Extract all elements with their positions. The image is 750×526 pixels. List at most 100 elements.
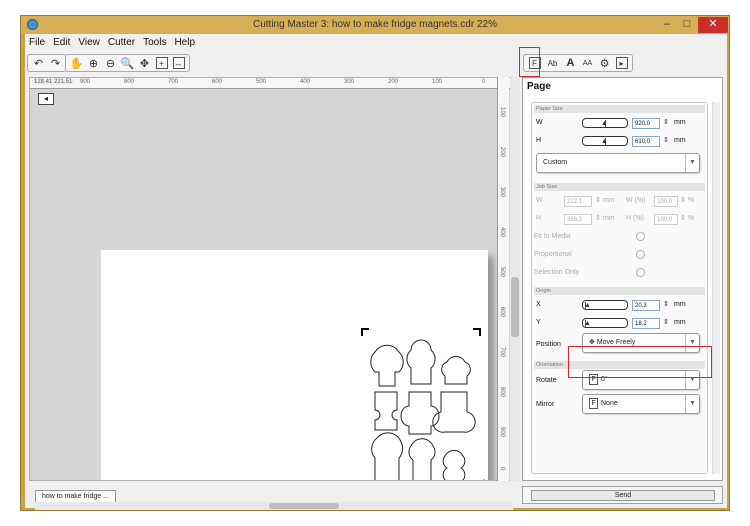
origin-x-spinner[interactable]: ⇕ [663, 300, 669, 310]
mirror-icon: F [589, 397, 598, 409]
ruler-tick: 700 [168, 79, 179, 85]
minimize-button[interactable]: – [658, 17, 676, 33]
canvas-horizontal-scrollbar[interactable] [35, 502, 513, 510]
ruler-tick: 700 [499, 347, 505, 358]
ruler-tick: 100 [432, 79, 443, 85]
close-button[interactable]: ✕ [698, 17, 728, 33]
mirror-label: Mirror [536, 401, 555, 408]
mirror-dropdown[interactable]: F None ▼ [582, 394, 700, 414]
ruler-tick: 500 [256, 79, 267, 85]
hand-pan-icon[interactable]: ✋ [69, 56, 84, 71]
proportional-toggle[interactable] [636, 250, 645, 259]
ruler-tick: 100 [499, 107, 505, 118]
paper-w-input[interactable]: 920,0 [632, 118, 660, 129]
zoom-out-icon[interactable]: ⊖ [103, 56, 118, 71]
design-canvas[interactable]: 128.41 221.51 900 800 700 600 500 400 30… [29, 77, 517, 481]
magnet-shape-6 [432, 391, 476, 433]
zoom-tool-icon[interactable]: 🔍 [120, 56, 135, 71]
paper-w-slider[interactable]: ▲ [582, 118, 628, 128]
menu-cutter[interactable]: Cutter [104, 36, 139, 50]
ruler-tick: 800 [124, 79, 135, 85]
job-w-pct-input: 100,0 [654, 196, 678, 207]
zoom-page-icon[interactable]: + [154, 56, 169, 71]
position-highlight [568, 346, 712, 378]
ruler-tick: 300 [344, 79, 355, 85]
job-h-pct-label: H (%) [626, 215, 644, 222]
zoom-in-icon[interactable]: ⊕ [86, 56, 101, 71]
paper-w-spinner[interactable]: ⇕ [663, 118, 669, 128]
job-h-input: 386,2 [564, 214, 592, 225]
menu-file[interactable]: File [25, 36, 49, 50]
job-w-label: W [536, 197, 543, 204]
paper-w-label: W [536, 119, 543, 126]
paper-h-unit: mm [674, 137, 686, 144]
origin-x-input[interactable]: 20,3 [632, 300, 660, 311]
job-h-spinner: ⇕ [595, 215, 601, 222]
scrollbar-thumb[interactable] [511, 277, 519, 337]
cursor-coordinates: 128.41 221.51 [32, 79, 75, 85]
media-page [101, 250, 488, 480]
menu-tools[interactable]: Tools [139, 36, 170, 50]
job-w-pct-unit: % [688, 197, 695, 204]
paper-h-spinner[interactable]: ⇕ [663, 136, 669, 146]
canvas-vertical-scrollbar[interactable] [510, 77, 520, 481]
ruler-tick: 400 [300, 79, 311, 85]
title-bar[interactable]: Cutting Master 3: how to make fridge mag… [21, 16, 729, 34]
zoom-fit-icon[interactable]: ✥ [137, 56, 152, 71]
paper-h-label: H [536, 137, 542, 144]
maximize-button[interactable]: □ [678, 17, 696, 33]
send-button[interactable]: Send [531, 490, 715, 501]
paper-h-input[interactable]: 610,0 [632, 136, 660, 147]
origin-y-input[interactable]: 18,2 [632, 318, 660, 329]
page-panel: Page Paper Size W ▲ 920,0 ⇕ mm H ▲ 610,0… [522, 77, 723, 481]
origin-x-unit: mm [674, 301, 686, 308]
weed-tab-icon[interactable]: A [563, 56, 578, 71]
magnet-shapes [370, 339, 476, 480]
scrollbar-thumb[interactable] [269, 503, 339, 509]
job-h-pct-unit: % [688, 215, 695, 222]
send-tab-icon[interactable]: ▸ [614, 56, 629, 71]
menu-edit[interactable]: Edit [49, 36, 74, 50]
window-title: Cutting Master 3: how to make fridge mag… [252, 19, 497, 30]
ruler-tick: 0 [482, 79, 486, 85]
origin-y-spinner[interactable]: ⇕ [663, 318, 669, 328]
send-to-cutter-icon[interactable]: ◂ [38, 93, 54, 105]
ruler-tick: 300 [499, 187, 505, 198]
document-tab[interactable]: how to make fridge ... [35, 490, 116, 502]
origin-y-slider[interactable]: ▲ [582, 318, 628, 328]
magnet-shape-4 [374, 391, 398, 431]
cutter-settings-icon[interactable]: ⚙ [597, 56, 612, 71]
job-w-pct-label: W (%) [626, 197, 646, 204]
zoom-width-icon[interactable]: ↔ [171, 56, 186, 71]
proportional-label: Proportional [534, 251, 572, 258]
paper-h-slider[interactable]: ▲ [582, 136, 628, 146]
selection-only-toggle[interactable] [636, 268, 645, 277]
fit-to-media-label: Fit to Media [534, 233, 571, 240]
panel-scrollbar[interactable] [712, 102, 720, 474]
job-w-input: 212,1 [564, 196, 592, 207]
job-selection[interactable] [361, 328, 481, 480]
chevron-down-icon: ▼ [685, 154, 699, 172]
fit-to-media-toggle[interactable] [636, 232, 645, 241]
origin-x-slider[interactable]: ▲ [582, 300, 628, 310]
magnet-shape-5 [400, 391, 440, 435]
redo-icon[interactable]: ↷ [48, 56, 63, 71]
size-tab-icon[interactable]: AA [580, 56, 595, 71]
magnet-shape-3 [441, 355, 471, 385]
job-w-pct-spinner: ⇕ [680, 197, 686, 204]
client-area: File Edit View Cutter Tools Help ↶ ↷ ✋ ⊕… [25, 34, 727, 510]
paper-preset-dropdown[interactable]: Custom ▼ [536, 153, 700, 173]
ruler-tick: 900 [80, 79, 91, 85]
send-bar: Send [522, 486, 723, 504]
magnet-shape-9 [442, 449, 466, 480]
chevron-down-icon: ▼ [685, 395, 699, 413]
menu-view[interactable]: View [74, 36, 104, 50]
magnet-shape-8 [408, 438, 436, 480]
top-ruler: 128.41 221.51 900 800 700 600 500 400 30… [30, 78, 516, 89]
text-tab-icon[interactable]: Ab [544, 56, 561, 71]
magnet-shape-1 [370, 344, 404, 387]
ruler-tick: 600 [499, 307, 505, 318]
menu-help[interactable]: Help [170, 36, 199, 50]
undo-icon[interactable]: ↶ [31, 56, 46, 71]
view-tools-group: ✋ ⊕ ⊖ 🔍 ✥ + ↔ [65, 54, 190, 72]
